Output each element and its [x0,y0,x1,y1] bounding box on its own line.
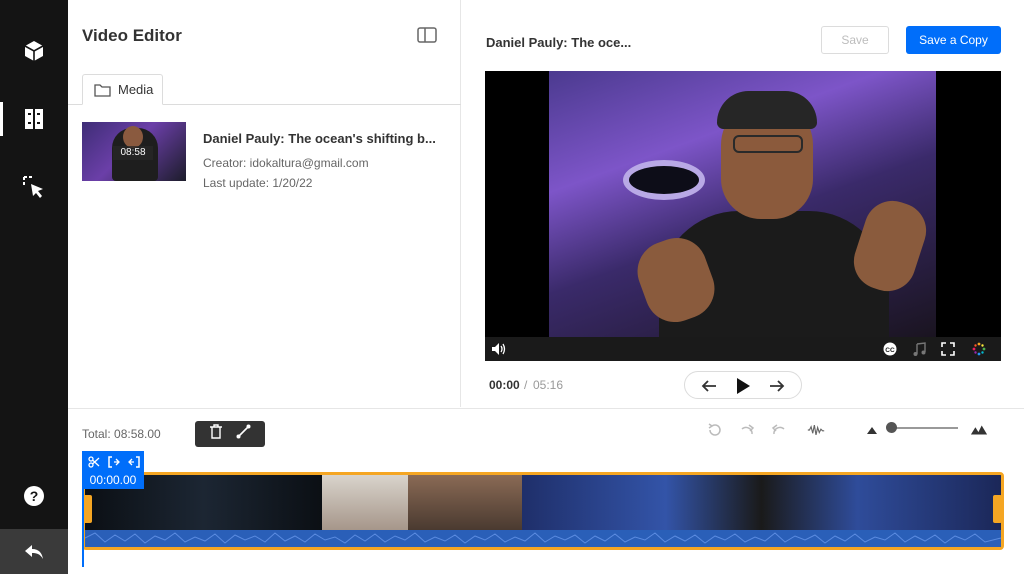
tab-media-label: Media [118,82,154,97]
captions-icon[interactable]: CC [882,341,898,357]
player-title: Daniel Pauly: The oce... [486,35,632,50]
video-track[interactable] [82,472,1004,550]
media-panel: Video Editor Media 08:58 Daniel Pauly: T… [68,0,461,407]
video-controls-bar: CC [485,337,1001,361]
video-editor-app: ? Video Editor Media 08:58 Daniel Pauly:… [0,0,1024,574]
playhead-tools: 00:00.00 [82,451,144,489]
waveform-icon[interactable] [807,421,825,439]
speaker-glasses [733,135,803,153]
zoom-slider-thumb[interactable] [886,422,897,433]
save-button[interactable]: Save [821,26,889,54]
help-icon[interactable]: ? [0,473,68,519]
volume-icon[interactable] [491,341,507,357]
trim-handle-right[interactable] [993,495,1002,523]
entry-duration: 08:58 [113,146,153,160]
trim-handle-left[interactable] [83,495,92,523]
time-separator: / [524,378,528,392]
clip-toolbar [195,421,265,447]
step-back-icon[interactable] [701,378,717,394]
cube-icon[interactable] [0,28,68,74]
track-segment-beach [322,475,408,530]
playhead-time: 00:00.00 [89,473,137,487]
kaltura-logo-icon [971,341,987,357]
zoom-in-icon[interactable] [970,421,988,439]
panel-title: Video Editor [82,26,182,45]
zoom-out-icon[interactable] [863,421,881,439]
svg-text:?: ? [30,488,39,504]
tab-media[interactable]: Media [82,74,163,105]
current-time: 00:00 [489,378,520,392]
save-a-copy-button[interactable]: Save a Copy [906,26,1001,54]
audio-track-icon[interactable] [911,341,927,357]
undo-reset-icon[interactable] [706,421,724,439]
undo-back-icon[interactable] [0,529,68,574]
undo-icon[interactable] [770,421,788,439]
total-time: 05:16 [533,378,564,392]
timeline-total: Total: 08:58.00 [82,427,161,441]
speaker-hair [717,91,817,129]
entry-creator: Creator: idokaltura@gmail.com [203,156,369,170]
audio-waveform [85,530,1001,547]
book-icon[interactable] [0,96,68,142]
trim-start-icon[interactable] [108,455,120,469]
layout-toggle-icon[interactable] [417,27,437,43]
thumbnail-head [123,126,143,148]
svg-text:CC: CC [885,347,895,354]
entry-last-update: Last update: 1/20/22 [203,176,313,190]
zoom-slider-track[interactable] [888,427,958,429]
scissors-icon[interactable] [88,455,100,469]
timeline-panel: Total: 08:58.00 00:00.00 [68,408,1024,574]
step-forward-icon[interactable] [769,378,785,394]
track-segment-stage [522,475,1001,530]
left-rail: ? [0,0,68,574]
entry-name[interactable]: Daniel Pauly: The ocean's shifting b... [203,131,436,146]
playback-nav [684,371,802,399]
trash-icon[interactable] [209,424,223,444]
trim-end-icon[interactable] [128,455,140,469]
player-panel: Daniel Pauly: The oce... Save Save a Cop… [462,0,1024,407]
select-cursor-icon[interactable] [0,164,68,210]
fade-icon[interactable] [236,424,251,444]
play-icon[interactable] [735,378,751,394]
video-frame [549,71,936,337]
folder-icon [94,83,111,97]
ceiling-light [629,166,699,194]
entry-thumbnail[interactable]: 08:58 [82,122,186,181]
redo-icon[interactable] [738,421,756,439]
video-player[interactable]: CC [485,71,1001,361]
track-segment-hands [408,475,522,530]
fullscreen-icon[interactable] [940,341,956,357]
